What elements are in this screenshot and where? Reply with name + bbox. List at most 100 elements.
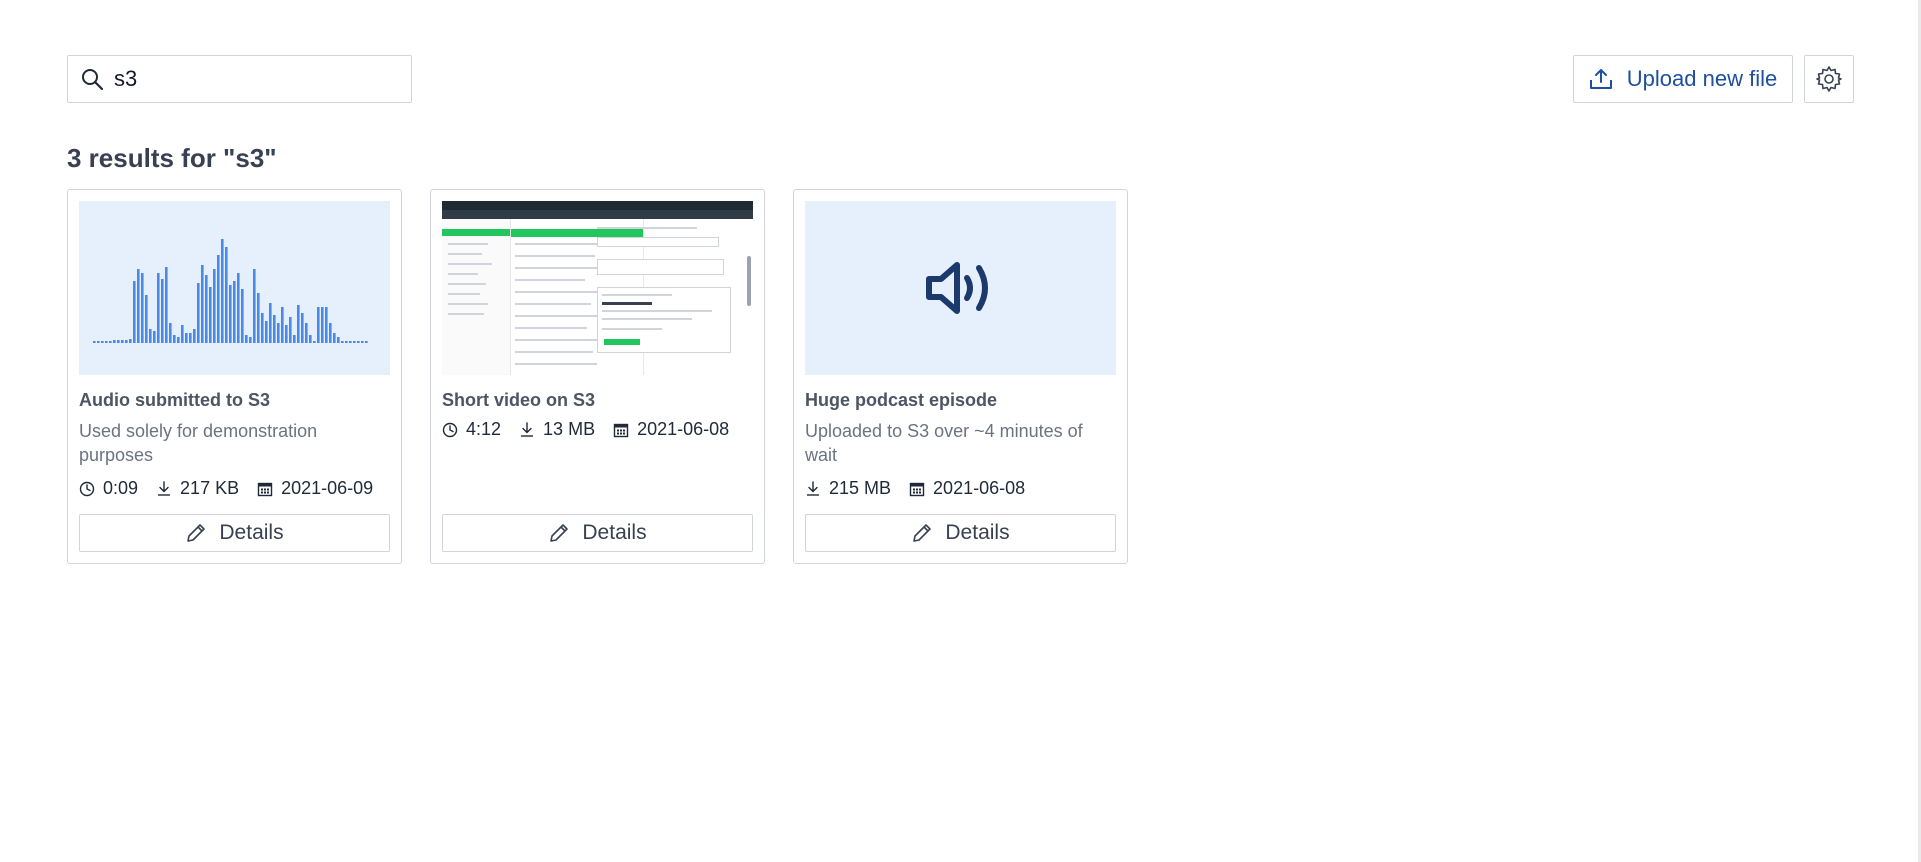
- card-meta: 4:12 13 MB 2021-06-08: [442, 419, 747, 440]
- thumb-line: [448, 313, 484, 315]
- search-icon: [82, 69, 104, 91]
- waveform-bar: [241, 289, 244, 343]
- thumb-line: [448, 283, 486, 285]
- thumb-line: [515, 327, 587, 329]
- file-card[interactable]: Audio submitted to S3 Used solely for de…: [67, 189, 402, 564]
- waveform-bar: [361, 341, 364, 343]
- waveform-bar: [237, 273, 240, 343]
- waveform-bar: [245, 335, 248, 343]
- waveform-bar: [253, 269, 256, 343]
- waveform-bar: [349, 341, 352, 343]
- card-title[interactable]: Audio submitted to S3: [79, 390, 270, 411]
- thumb-line: [602, 294, 672, 296]
- date-value: 2021-06-09: [281, 478, 374, 498]
- waveform-bar: [365, 341, 368, 343]
- waveform-bar: [345, 341, 348, 343]
- waveform-bar: [297, 305, 300, 343]
- thumb-line: [448, 243, 488, 245]
- upload-new-file-button[interactable]: Upload new file: [1573, 55, 1793, 103]
- thumb-toolbar: [442, 210, 753, 219]
- thumb-field: [597, 259, 724, 275]
- card-title[interactable]: Short video on S3: [442, 390, 595, 411]
- waveform-bar: [201, 265, 204, 343]
- clock-icon: [79, 481, 95, 496]
- calendar-icon: [257, 482, 273, 496]
- thumb-line: [448, 273, 478, 275]
- size-value: 13 MB: [543, 419, 596, 439]
- thumb-green-button: [604, 339, 640, 345]
- waveform-bar: [225, 247, 228, 343]
- card-description: Uploaded to S3 over ~4 minutes of wait: [805, 421, 1083, 465]
- audio-thumbnail[interactable]: [805, 201, 1116, 375]
- calendar-icon: [613, 423, 629, 437]
- thumb-line: [515, 243, 605, 245]
- waveform-thumbnail[interactable]: [79, 201, 390, 375]
- waveform-bar: [329, 323, 332, 343]
- thumb-line: [515, 351, 593, 353]
- date-meta: 2021-06-08: [909, 478, 1025, 499]
- settings-button[interactable]: [1804, 55, 1854, 103]
- waveform-bar: [141, 273, 144, 343]
- waveform-bar: [333, 333, 336, 343]
- date-meta: 2021-06-08: [613, 419, 729, 440]
- results-heading: 3 results for "s3": [67, 143, 277, 173]
- date-value: 2021-06-08: [637, 419, 730, 439]
- date-meta: 2021-06-09: [257, 478, 373, 499]
- video-thumbnail[interactable]: [442, 201, 753, 375]
- details-button[interactable]: Details: [805, 514, 1116, 552]
- details-label: Details: [219, 521, 284, 544]
- thumb-line: [602, 302, 652, 305]
- thumb-line: [515, 267, 600, 269]
- waveform-bar: [305, 323, 308, 343]
- waveform-bar: [161, 279, 164, 343]
- waveform-bar: [93, 341, 96, 343]
- thumb-line: [602, 318, 692, 320]
- download-icon: [521, 421, 534, 437]
- details-button[interactable]: Details: [442, 514, 753, 552]
- waveform-bar: [153, 331, 156, 343]
- waveform-bar: [137, 269, 140, 343]
- waveform-bar: [149, 329, 152, 343]
- waveform-bar: [209, 287, 212, 343]
- search-input[interactable]: [114, 66, 394, 92]
- waveform-bar: [317, 307, 320, 343]
- card-title[interactable]: Huge podcast episode: [805, 390, 997, 411]
- thumb-line: [602, 310, 712, 312]
- thumb-field: [597, 237, 719, 247]
- waveform-bar: [213, 269, 216, 343]
- waveform-bar: [325, 307, 328, 343]
- thumb-list-active: [511, 229, 643, 237]
- waveform-bar: [261, 313, 264, 343]
- waveform-bar: [125, 340, 128, 343]
- waveform-bar: [197, 283, 200, 343]
- waveform-bar: [169, 323, 172, 343]
- duration-value: 0:09: [103, 478, 139, 498]
- thumb-line: [602, 328, 662, 330]
- file-card[interactable]: Short video on S3 4:12 13 MB 2021-06-08 …: [430, 189, 765, 564]
- card-meta: 0:09 217 KB 2021-06-09: [79, 478, 391, 499]
- duration-meta: 0:09: [79, 478, 138, 499]
- file-card[interactable]: Huge podcast episode Uploaded to S3 over…: [793, 189, 1128, 564]
- waveform-bar: [193, 329, 196, 343]
- waveform-bar: [285, 325, 288, 343]
- thumb-line: [515, 255, 595, 257]
- search-box[interactable]: [67, 55, 412, 103]
- page: Upload new file 3 results for "s3" Audio…: [0, 0, 1921, 862]
- pencil-icon: [187, 524, 206, 542]
- waveform-bar: [145, 295, 148, 343]
- thumb-line: [515, 363, 597, 365]
- waveform-bar: [205, 275, 208, 343]
- details-label: Details: [945, 521, 1010, 544]
- card-meta: 215 MB 2021-06-08: [805, 478, 1043, 499]
- waveform-bar: [221, 239, 224, 343]
- waveform-bar: [337, 337, 340, 343]
- waveform-bar: [309, 335, 312, 343]
- waveform-bar: [257, 293, 260, 343]
- thumb-line: [448, 293, 480, 295]
- waveform-bar: [165, 267, 168, 343]
- details-button[interactable]: Details: [79, 514, 390, 552]
- waveform-bar: [185, 333, 188, 343]
- waveform-bar: [189, 333, 192, 343]
- waveform-bar: [269, 303, 272, 343]
- gear-icon: [1816, 66, 1842, 92]
